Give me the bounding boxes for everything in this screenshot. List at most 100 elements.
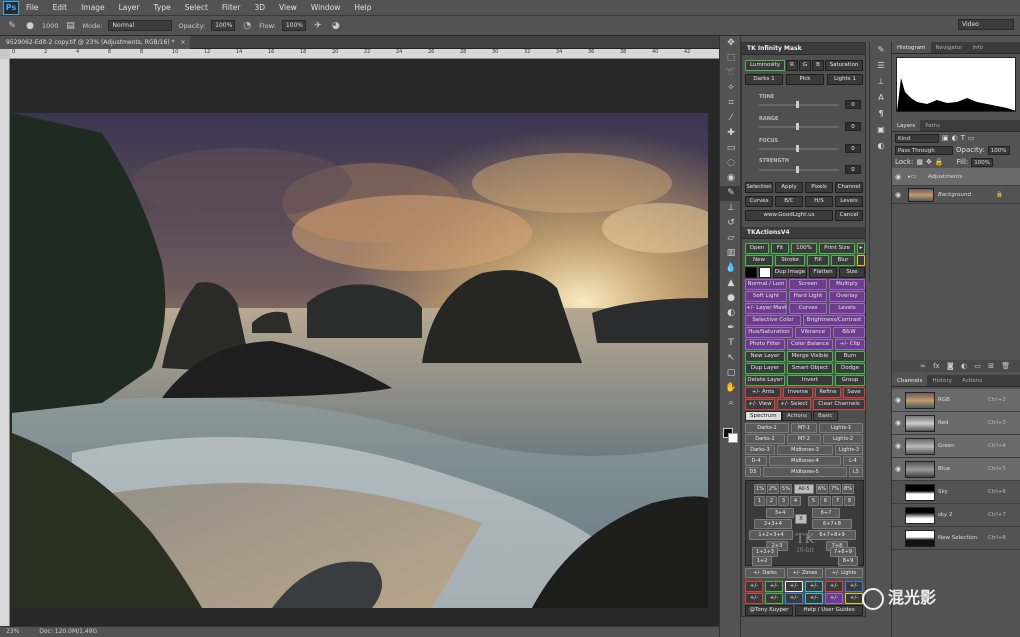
- range-slider-track[interactable]: [759, 126, 839, 128]
- properties-icon[interactable]: ▣: [870, 122, 892, 138]
- tone-value[interactable]: 0: [845, 100, 861, 109]
- zone-4-button[interactable]: 4: [790, 496, 801, 506]
- tk-clip-button[interactable]: +/- Clip: [835, 339, 865, 350]
- rectangle-tool-icon[interactable]: ▢: [720, 366, 742, 381]
- tk-flatten-button[interactable]: Flatten: [809, 267, 837, 278]
- tk-hard-light-button[interactable]: Hard Light: [789, 291, 827, 302]
- toggle-magenta-button[interactable]: +/-: [825, 593, 843, 604]
- zone-1-4-button[interactable]: 1+2+3+4: [749, 530, 793, 540]
- tab-channels[interactable]: Channels: [892, 375, 928, 386]
- airbrush-icon[interactable]: ✈: [312, 20, 324, 32]
- tk-invert-button[interactable]: Invert: [787, 375, 833, 386]
- spot-heal-tool-icon[interactable]: ✚: [720, 126, 742, 141]
- crop-tool-icon[interactable]: ⌗: [720, 96, 742, 111]
- tk-bc-button[interactable]: B/C: [775, 196, 803, 207]
- link-layers-icon[interactable]: ∞: [920, 362, 926, 370]
- adjustments-icon[interactable]: ◐: [870, 138, 892, 154]
- tk-hue-saturation-button[interactable]: Hue/Saturation: [745, 327, 793, 338]
- tk-curves-button[interactable]: Curves: [745, 196, 773, 207]
- brush-preset-icon[interactable]: ●: [24, 20, 36, 32]
- mode-select[interactable]: Normal: [108, 20, 173, 31]
- tk-view-button[interactable]: +/- View: [745, 399, 775, 410]
- delete-layer-icon[interactable]: 🗑: [1001, 362, 1010, 370]
- tk-cancel-button[interactable]: Cancel: [835, 210, 863, 221]
- flow-field[interactable]: 100%: [281, 20, 306, 31]
- tk-color-balance-button[interactable]: Color Balance: [787, 339, 833, 350]
- tk-group-button[interactable]: Group: [835, 375, 865, 386]
- burn-tool-icon[interactable]: ◐: [720, 306, 742, 321]
- pressure-opacity-icon[interactable]: ◔: [241, 20, 253, 32]
- tk-open-button[interactable]: Open: [745, 243, 769, 254]
- menu-filter[interactable]: Filter: [215, 3, 248, 12]
- visibility-eye-icon[interactable]: ◉: [895, 396, 905, 404]
- tk-curves-adj-button[interactable]: Curves: [789, 303, 827, 314]
- background-color-swatch[interactable]: [728, 433, 738, 443]
- vertical-ruler[interactable]: [0, 59, 10, 629]
- tk-overlay-button[interactable]: Overlay: [829, 291, 865, 302]
- spectrum-midtones3-button[interactable]: Midtones-3: [777, 445, 833, 455]
- opacity-field[interactable]: 100%: [211, 20, 236, 31]
- toggle-zones-button[interactable]: +/- Zones: [787, 568, 823, 578]
- tk-levels-adj-button[interactable]: Levels: [829, 303, 865, 314]
- visibility-eye-icon[interactable]: ◉: [895, 442, 905, 450]
- pressure-size-icon[interactable]: ◕: [330, 20, 342, 32]
- new-adjustment-icon[interactable]: ◐: [961, 362, 967, 370]
- channel-row[interactable]: ◉ Blue Ctrl+5: [892, 458, 1020, 481]
- tk-fit-button[interactable]: Fit: [771, 243, 789, 254]
- zone-5-button[interactable]: 5: [808, 496, 819, 506]
- zone-6-8-button[interactable]: 6+7+8: [812, 519, 852, 529]
- fill-field[interactable]: 100%: [971, 157, 993, 167]
- tk-blue-channel-button[interactable]: B: [812, 60, 824, 71]
- spectrum-darks2-button[interactable]: Darks-2: [745, 434, 785, 444]
- all-5-button[interactable]: All-5: [794, 484, 814, 494]
- visibility-eye-icon[interactable]: ◉: [895, 168, 905, 186]
- range-slider-thumb[interactable]: [796, 123, 799, 130]
- menu-file[interactable]: File: [19, 3, 46, 12]
- focus-slider-track[interactable]: [759, 148, 839, 150]
- filter-pixel-icon[interactable]: ▣: [942, 134, 949, 142]
- tk-normal-lum-button[interactable]: Normal / Lum: [745, 279, 787, 290]
- zone-7-button[interactable]: 7: [832, 496, 843, 506]
- lock-all-icon[interactable]: 🔒: [935, 158, 944, 166]
- lock-pixels-icon[interactable]: ▦: [916, 158, 923, 166]
- zone-6-7-button[interactable]: 6+7: [812, 508, 840, 518]
- brush-tool-icon[interactable]: ✎: [720, 186, 742, 201]
- clone-stamp-tool-icon[interactable]: ⊥: [720, 201, 742, 216]
- toggle-red2-button[interactable]: +/-: [825, 581, 843, 592]
- tk-white-swatch[interactable]: [759, 267, 771, 278]
- add-mask-icon[interactable]: ◙: [947, 362, 954, 370]
- tk-selective-color-button[interactable]: Selective Color: [745, 315, 801, 326]
- horizontal-ruler[interactable]: 0 2 4 6 8 10 12 14 16 18 20 22 24 26 28 30 32 34 36 38 40 42: [10, 49, 719, 59]
- lock-position-icon[interactable]: ✥: [926, 158, 932, 166]
- toggle-white-button[interactable]: +/-: [785, 581, 803, 592]
- pct-6-button[interactable]: 6%: [816, 484, 828, 494]
- tk-save-button[interactable]: Save: [843, 387, 865, 398]
- zone-8-9-button[interactable]: 8+9: [838, 556, 858, 566]
- filter-adjust-icon[interactable]: ◐: [952, 134, 958, 142]
- visibility-eye-icon[interactable]: ◉: [895, 186, 905, 204]
- zone-1-2-button[interactable]: 1+2: [752, 556, 772, 566]
- spectrum-mt2-button[interactable]: MT-2: [787, 434, 821, 444]
- tk-blur-button[interactable]: Blur: [831, 255, 855, 266]
- spectrum-lights3-button[interactable]: Lights-3: [835, 445, 863, 455]
- tab-spectrum[interactable]: Spectrum: [745, 411, 782, 421]
- layer-row-adjustments[interactable]: ◉ ▸▭ Adjustments: [892, 168, 1020, 186]
- type-tool-icon[interactable]: T: [720, 336, 742, 351]
- zone-3-4-button[interactable]: 3+4: [766, 508, 794, 518]
- tk-screen-button[interactable]: Screen: [789, 279, 827, 290]
- tk-burn-button[interactable]: Burn: [835, 351, 865, 362]
- history-brush-tool-icon[interactable]: ↺: [720, 216, 742, 231]
- toggle-cyan2-button[interactable]: +/-: [805, 593, 823, 604]
- tk-selection-button[interactable]: Selection: [745, 182, 773, 193]
- tk-100pct-button[interactable]: 100%: [791, 243, 817, 254]
- tk-pick-button[interactable]: Pick: [786, 74, 824, 85]
- tab-navigator[interactable]: Navigator: [931, 42, 968, 53]
- pct-1-button[interactable]: 1%: [754, 484, 766, 494]
- zone-2-button[interactable]: 2: [766, 496, 777, 506]
- tab-actions[interactable]: Actions: [782, 411, 813, 421]
- strength-slider-thumb[interactable]: [796, 166, 799, 173]
- brush-panel-icon[interactable]: ✎: [870, 42, 892, 58]
- tk-luminosity-button[interactable]: Luminosity: [745, 60, 785, 71]
- tk-brightness-contrast-button[interactable]: Brightness/Contrast: [803, 315, 865, 326]
- workspace-select[interactable]: Video: [958, 19, 1014, 30]
